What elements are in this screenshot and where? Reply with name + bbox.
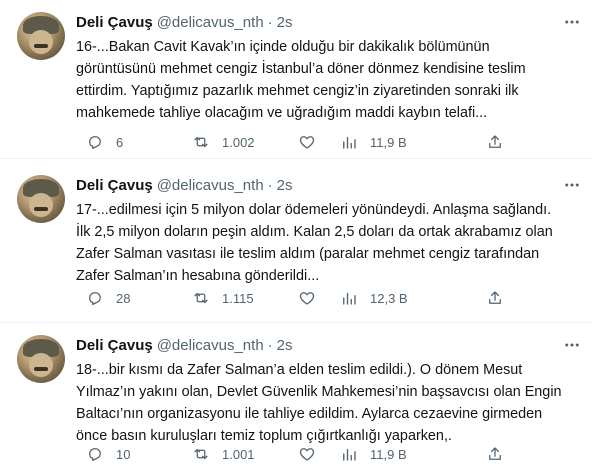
author-handle[interactable]: @delicavus_nth xyxy=(157,14,264,31)
reply-icon xyxy=(86,133,104,151)
more-icon[interactable] xyxy=(562,12,582,32)
like-icon xyxy=(298,133,316,151)
tweet[interactable]: Deli Çavuş @delicavus_nth · 2s 18-...bir… xyxy=(0,323,592,474)
author-name[interactable]: Deli Çavuş xyxy=(76,177,153,194)
avatar-mustache xyxy=(34,207,48,211)
tweet-header: Deli Çavuş @delicavus_nth · 2s xyxy=(76,12,293,32)
views-button[interactable]: 11,9 B xyxy=(340,132,407,152)
views-button[interactable]: 11,9 B xyxy=(340,444,407,464)
like-icon xyxy=(298,289,316,307)
avatar[interactable] xyxy=(17,335,65,383)
avatar[interactable] xyxy=(17,12,65,60)
avatar[interactable] xyxy=(17,175,65,223)
author-name[interactable]: Deli Çavuş xyxy=(76,14,153,31)
reply-icon xyxy=(86,445,104,463)
avatar-mustache xyxy=(34,44,48,48)
tweet-text: 18-...bir kısmı da Zafer Salman’a elden … xyxy=(76,362,562,444)
reply-count: 6 xyxy=(116,134,124,150)
tweet-header: Deli Çavuş @delicavus_nth · 2s xyxy=(76,175,293,195)
reply-button[interactable]: 28 xyxy=(86,288,130,308)
share-icon xyxy=(486,289,504,307)
retweet-button[interactable]: 1.002 xyxy=(192,132,255,152)
reply-count: 28 xyxy=(116,290,131,306)
reply-button[interactable]: 6 xyxy=(86,132,123,152)
share-button[interactable] xyxy=(486,288,504,308)
views-count: 11,9 B xyxy=(370,446,407,462)
tweet-text: 16-...Bakan Cavit Kavak’ın içinde olduğu… xyxy=(76,39,526,121)
share-icon xyxy=(486,133,504,151)
share-button[interactable] xyxy=(486,444,504,464)
like-icon xyxy=(298,445,316,463)
avatar-face xyxy=(29,193,53,217)
like-button[interactable] xyxy=(298,288,328,308)
reply-count: 10 xyxy=(116,446,131,462)
author-handle[interactable]: @delicavus_nth xyxy=(157,337,264,354)
tweet-actions: 6 1.002 11,9 B xyxy=(76,132,516,152)
like-button[interactable] xyxy=(298,132,328,152)
retweet-count: 1.002 xyxy=(222,134,255,150)
views-count: 12,3 B xyxy=(370,290,408,306)
reply-button[interactable]: 10 xyxy=(86,444,130,464)
tweet-time[interactable]: 2s xyxy=(277,337,293,354)
more-icon[interactable] xyxy=(562,175,582,195)
tweet-header: Deli Çavuş @delicavus_nth · 2s xyxy=(76,335,293,355)
retweet-count: 1.115 xyxy=(222,290,254,306)
views-icon xyxy=(340,133,358,151)
share-icon xyxy=(486,445,504,463)
tweet-actions: 28 1.115 12,3 B xyxy=(76,288,516,308)
author-handle[interactable]: @delicavus_nth xyxy=(157,177,264,194)
tweet-time[interactable]: 2s xyxy=(277,14,293,31)
retweet-button[interactable]: 1.001 xyxy=(192,444,255,464)
more-icon[interactable] xyxy=(562,335,582,355)
reply-icon xyxy=(86,289,104,307)
tweet[interactable]: Deli Çavuş @delicavus_nth · 2s 16-...Bak… xyxy=(0,0,592,159)
like-button[interactable] xyxy=(298,444,328,464)
tweet-actions: 10 1.001 11,9 B xyxy=(76,444,516,464)
tweet-time[interactable]: 2s xyxy=(277,177,293,194)
tweet[interactable]: Deli Çavuş @delicavus_nth · 2s 17-...edi… xyxy=(0,163,592,323)
tweet-feed: Deli Çavuş @delicavus_nth · 2s 16-...Bak… xyxy=(0,0,592,474)
retweet-count: 1.001 xyxy=(222,446,255,462)
share-button[interactable] xyxy=(486,132,504,152)
retweet-icon xyxy=(192,289,210,307)
separator-dot: · xyxy=(267,13,273,31)
views-count: 11,9 B xyxy=(370,134,407,150)
views-icon xyxy=(340,289,358,307)
views-button[interactable]: 12,3 B xyxy=(340,288,408,308)
retweet-button[interactable]: 1.115 xyxy=(192,288,254,308)
avatar-face xyxy=(29,353,53,377)
tweet-text: 17-...edilmesi için 5 milyon dolar ödeme… xyxy=(76,202,553,284)
separator-dot: · xyxy=(267,336,273,354)
avatar-mustache xyxy=(34,367,48,371)
views-icon xyxy=(340,445,358,463)
avatar-face xyxy=(29,30,53,54)
retweet-icon xyxy=(192,133,210,151)
separator-dot: · xyxy=(267,176,273,194)
retweet-icon xyxy=(192,445,210,463)
author-name[interactable]: Deli Çavuş xyxy=(76,337,153,354)
